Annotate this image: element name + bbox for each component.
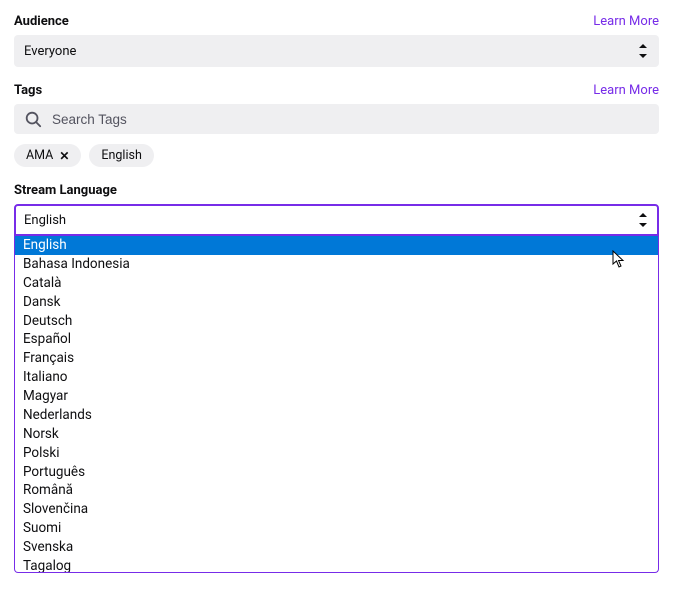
tags-section: Tags Learn More AMA ✕ English: [14, 83, 659, 167]
language-option[interactable]: Español: [15, 330, 658, 349]
audience-select[interactable]: Everyone: [14, 35, 659, 67]
tag-label: AMA: [26, 148, 53, 163]
tag-pill[interactable]: English: [89, 144, 153, 167]
tags-search-input[interactable]: [50, 111, 649, 128]
language-option[interactable]: Deutsch: [15, 312, 658, 331]
tags-search-box[interactable]: [14, 104, 659, 134]
stream-language-select[interactable]: English: [14, 204, 659, 236]
language-option[interactable]: Slovenčina: [15, 500, 658, 519]
audience-value: Everyone: [24, 44, 76, 59]
language-option[interactable]: Tagalog: [15, 557, 658, 572]
stream-language-value: English: [24, 213, 66, 228]
language-option[interactable]: Polski: [15, 444, 658, 463]
stream-language-label: Stream Language: [14, 183, 117, 198]
language-option[interactable]: Português: [15, 463, 658, 482]
language-option[interactable]: Italiano: [15, 368, 658, 387]
chevron-updown-icon: [637, 212, 649, 228]
close-icon[interactable]: ✕: [59, 149, 69, 163]
stream-language-dropdown: EnglishBahasa IndonesiaCatalàDanskDeutsc…: [14, 236, 659, 573]
language-option[interactable]: Nederlands: [15, 406, 658, 425]
language-option[interactable]: Français: [15, 349, 658, 368]
language-option[interactable]: Dansk: [15, 293, 658, 312]
language-option[interactable]: Suomi: [15, 519, 658, 538]
stream-language-section: Stream Language English EnglishBahasa In…: [14, 183, 659, 573]
tag-label: English: [101, 148, 141, 163]
stream-language-option-list[interactable]: EnglishBahasa IndonesiaCatalàDanskDeutsc…: [15, 236, 658, 572]
audience-header: Audience Learn More: [14, 14, 659, 29]
tags-learn-more-link[interactable]: Learn More: [593, 83, 659, 98]
language-option[interactable]: Català: [15, 274, 658, 293]
search-icon: [24, 110, 42, 128]
audience-section: Audience Learn More Everyone: [14, 14, 659, 67]
language-option[interactable]: Bahasa Indonesia: [15, 255, 658, 274]
stream-language-header: Stream Language: [14, 183, 659, 198]
language-option[interactable]: Magyar: [15, 387, 658, 406]
tags-row: AMA ✕ English: [14, 144, 659, 167]
language-option[interactable]: English: [15, 236, 658, 255]
tag-pill[interactable]: AMA ✕: [14, 144, 81, 167]
tags-label: Tags: [14, 83, 42, 98]
audience-learn-more-link[interactable]: Learn More: [593, 14, 659, 29]
language-option[interactable]: Svenska: [15, 538, 658, 557]
audience-label: Audience: [14, 14, 69, 29]
tags-header: Tags Learn More: [14, 83, 659, 98]
chevron-updown-icon: [637, 43, 649, 59]
language-option[interactable]: Română: [15, 481, 658, 500]
language-option[interactable]: Norsk: [15, 425, 658, 444]
